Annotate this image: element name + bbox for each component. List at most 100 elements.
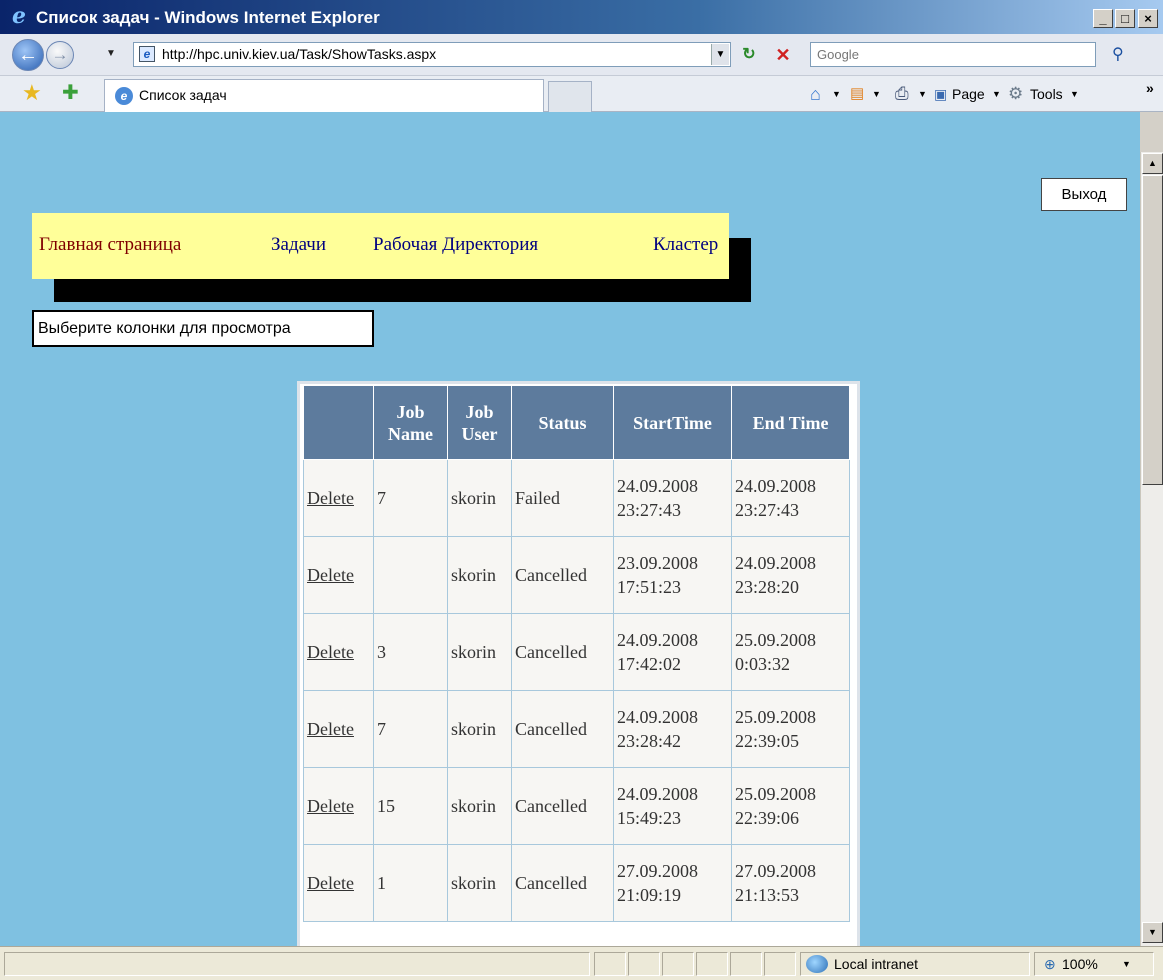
zoom-level[interactable]: 100% xyxy=(1062,956,1098,972)
jobs-table-container: Job Name Job User Status StartTime End T… xyxy=(297,381,860,946)
start-date: 24.09.2008 xyxy=(617,476,698,496)
delete-link[interactable]: Delete xyxy=(307,873,354,893)
logout-button[interactable]: Выход xyxy=(1041,178,1127,211)
end-time-cell: 25.09.2008 22:39:06 xyxy=(731,767,850,845)
chevron-more-icon[interactable]: » xyxy=(1146,78,1154,98)
scroll-up-icon[interactable]: ▲ xyxy=(1142,153,1163,174)
job-name-cell: 1 xyxy=(373,844,448,922)
job-user-cell: skorin xyxy=(447,536,512,614)
end-clock: 23:28:20 xyxy=(735,577,800,597)
status-bar: Local intranet ⊕ 100% ▼ xyxy=(0,946,1163,980)
status-cell: Cancelled xyxy=(511,690,614,768)
intranet-zone-icon xyxy=(806,955,828,973)
minimize-button[interactable]: _ xyxy=(1093,9,1113,28)
scroll-thumb[interactable] xyxy=(1142,175,1163,485)
add-favorites-icon[interactable]: ✚ xyxy=(62,80,79,106)
column-header-end-time[interactable]: End Time xyxy=(731,385,850,460)
start-date: 23.09.2008 xyxy=(617,553,698,573)
end-clock: 23:27:43 xyxy=(735,500,800,520)
column-header-start-time[interactable]: StartTime xyxy=(613,385,732,460)
vertical-scrollbar[interactable]: ▲ ▼ xyxy=(1140,152,1163,946)
page-menu[interactable]: Page xyxy=(952,84,985,104)
home-dropdown-icon[interactable]: ▼ xyxy=(832,84,841,104)
menu-item-tasks[interactable]: Задачи xyxy=(271,234,326,256)
menu-item-cluster[interactable]: Кластер xyxy=(653,234,718,256)
favorites-star-icon[interactable]: ★ xyxy=(22,80,42,106)
address-dropdown-icon[interactable]: ▼ xyxy=(711,44,729,65)
forward-button[interactable]: → xyxy=(46,41,74,69)
stop-icon[interactable]: ✕ xyxy=(772,44,794,66)
zoom-dropdown-icon[interactable]: ▼ xyxy=(1122,959,1131,969)
tools-dropdown-icon[interactable]: ▼ xyxy=(1070,84,1079,104)
choose-columns-button[interactable]: Выберите колонки для просмотра xyxy=(32,310,374,347)
end-date: 25.09.2008 xyxy=(735,630,816,650)
column-header-job-name[interactable]: Job Name xyxy=(373,385,448,460)
refresh-icon[interactable]: ↻ xyxy=(738,44,760,66)
menu-item-working-directory[interactable]: Рабочая Директория xyxy=(373,234,538,256)
end-date: 27.09.2008 xyxy=(735,861,816,881)
start-date: 24.09.2008 xyxy=(617,707,698,727)
page-icon-tool[interactable]: ▣ xyxy=(934,84,947,104)
start-clock: 21:09:19 xyxy=(617,885,682,905)
recent-pages-dropdown-icon[interactable]: ▼ xyxy=(106,48,116,59)
start-time-cell: 24.09.2008 17:42:02 xyxy=(613,613,732,691)
job-name-cell: 7 xyxy=(373,690,448,768)
end-time-cell: 27.09.2008 21:13:53 xyxy=(731,844,850,922)
feeds-icon[interactable]: ▤ xyxy=(850,84,864,104)
status-cell: Cancelled xyxy=(511,844,614,922)
scroll-down-icon[interactable]: ▼ xyxy=(1142,922,1163,943)
new-tab-button[interactable] xyxy=(548,81,592,112)
delete-link[interactable]: Delete xyxy=(307,565,354,585)
page-dropdown-icon[interactable]: ▼ xyxy=(992,84,1001,104)
column-header-job-user[interactable]: Job User xyxy=(447,385,512,460)
start-date: 24.09.2008 xyxy=(617,630,698,650)
maximize-button[interactable]: □ xyxy=(1115,9,1135,28)
main-menu: Главная страница Задачи Рабочая Директор… xyxy=(32,213,729,279)
end-time-cell: 25.09.2008 22:39:05 xyxy=(731,690,850,768)
job-name-cell: 7 xyxy=(373,459,448,537)
window-title: Список задач - Windows Internet Explorer xyxy=(36,8,380,27)
address-bar[interactable]: e http://hpc.univ.kiev.ua/Task/ShowTasks… xyxy=(133,42,731,67)
menu-item-home[interactable]: Главная страница xyxy=(39,234,181,256)
status-pane xyxy=(628,952,660,976)
column-header-status[interactable]: Status xyxy=(511,385,614,460)
status-pane xyxy=(730,952,762,976)
close-button[interactable]: × xyxy=(1138,9,1158,28)
end-date: 25.09.2008 xyxy=(735,784,816,804)
tools-gear-icon[interactable]: ⚙ xyxy=(1008,84,1023,104)
status-pane xyxy=(662,952,694,976)
end-date: 25.09.2008 xyxy=(735,707,816,727)
tools-menu[interactable]: Tools xyxy=(1030,84,1063,104)
end-clock: 22:39:06 xyxy=(735,808,800,828)
end-date: 24.09.2008 xyxy=(735,553,816,573)
end-time-cell: 24.09.2008 23:28:20 xyxy=(731,536,850,614)
feeds-dropdown-icon[interactable]: ▼ xyxy=(872,84,881,104)
delete-link[interactable]: Delete xyxy=(307,796,354,816)
start-time-cell: 24.09.2008 23:27:43 xyxy=(613,459,732,537)
back-button[interactable]: ← xyxy=(12,39,44,71)
zoom-icon[interactable]: ⊕ xyxy=(1044,956,1056,973)
job-name-cell xyxy=(373,536,448,614)
table-row: Delete skorin Cancelled 23.09.2008 17:51:… xyxy=(303,536,850,614)
job-name-cell: 3 xyxy=(373,613,448,691)
window-title-bar: e Список задач - Windows Internet Explor… xyxy=(0,0,1163,34)
search-icon[interactable]: ⚲ xyxy=(1106,43,1138,67)
delete-link[interactable]: Delete xyxy=(307,488,354,508)
print-icon[interactable]: ⎙ xyxy=(895,84,909,104)
delete-link[interactable]: Delete xyxy=(307,719,354,739)
start-time-cell: 27.09.2008 21:09:19 xyxy=(613,844,732,922)
delete-link[interactable]: Delete xyxy=(307,642,354,662)
print-dropdown-icon[interactable]: ▼ xyxy=(918,84,927,104)
status-cell: Cancelled xyxy=(511,613,614,691)
end-clock: 22:39:05 xyxy=(735,731,800,751)
table-row: Delete 1 skorin Cancelled 27.09.2008 21:0… xyxy=(303,844,850,922)
table-row: Delete 7 skorin Failed 24.09.2008 23:27:4… xyxy=(303,459,850,537)
start-clock: 23:27:43 xyxy=(617,500,682,520)
table-header-row: Job Name Job User Status StartTime End T… xyxy=(303,385,850,460)
tab-task-list[interactable]: e Список задач xyxy=(104,79,544,112)
home-icon[interactable]: ⌂ xyxy=(810,84,821,104)
table-row: Delete 3 skorin Cancelled 24.09.2008 17:4… xyxy=(303,613,850,691)
job-user-cell: skorin xyxy=(447,613,512,691)
page-content: Выход Главная страница Задачи Рабочая Ди… xyxy=(0,112,1140,946)
search-input[interactable]: Google xyxy=(810,42,1096,67)
